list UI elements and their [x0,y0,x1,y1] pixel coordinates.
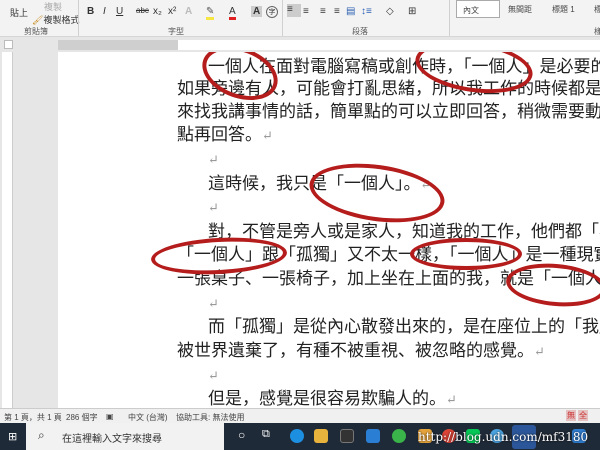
distributed-button[interactable]: ▤ [346,6,355,17]
word-count[interactable]: 286 個字 [66,412,98,423]
annotation-circle [410,238,522,270]
divider [78,0,79,36]
watermark: http://blog.udn.com/mf3180 [418,430,589,444]
justify-button[interactable]: ≡ [334,6,340,17]
line-text: 但是，感覺是很容易欺騙人的。 [208,389,446,408]
page-count[interactable]: 第 1 頁，共 1 頁 [4,412,62,423]
cortana-icon[interactable]: ○ [238,428,245,442]
subscript-button[interactable]: x₂ [153,6,162,17]
text-effects-button[interactable]: A [185,6,192,17]
style-heading-1[interactable]: 標題 1 [546,0,581,18]
document-line[interactable]: ↵ [208,149,219,171]
format-painter-button[interactable]: 🖌複製格式 [32,13,79,26]
document-line[interactable]: ↵ [208,293,219,315]
ime-mode[interactable]: 無 [566,410,576,421]
align-right-button[interactable]: ≡ [320,6,326,17]
superscript-button[interactable]: x² [168,6,176,17]
annotation-circle [504,259,600,311]
ime-width[interactable]: 全 [578,410,588,421]
font-group-label: 字型 [168,27,184,36]
shading-button[interactable]: ◇ [386,6,394,17]
document-line[interactable]: ↵ [208,365,219,387]
underline-button[interactable]: U [116,6,123,17]
clipboard-group-label: 剪貼簿 [24,27,48,36]
document-line[interactable]: ↵ [208,197,219,219]
align-center-button[interactable]: ≡ [303,6,309,17]
line-text: 而「孤獨」是從內心散發出來的，是在座位上的「我」， [208,317,600,337]
status-bar: 第 1 頁，共 1 頁 286 個字 ▣ 中文 (台灣) 協助工具: 無法使用 … [0,408,600,423]
paragraph-group-label: 段落 [352,27,368,36]
line-text: 對，不管是旁人或是家人，知道我的工作，他們都「看到 [208,222,600,242]
store-icon[interactable] [340,429,354,443]
highlight-icon[interactable]: ✎ [206,6,215,20]
divider [449,0,450,36]
search-icon: ⌕ [38,428,45,442]
document-line[interactable]: 被世界遺棄了，有種不被重視、被忽略的感覺。↵ [177,341,545,363]
line-text: 被世界遺棄了，有種不被重視、被忽略的感覺。 [177,341,534,361]
task-view-icon[interactable]: ⧉ [262,428,270,441]
strikethrough-button[interactable]: abc [136,6,149,15]
tab-selector[interactable] [4,40,13,49]
language-status[interactable]: 中文 (台灣) [128,412,168,423]
annotation-circle [305,155,449,231]
align-left-button[interactable]: ≡ [287,4,301,17]
bold-button[interactable]: B [87,6,94,17]
document-line[interactable]: 但是，感覺是很容易欺騙人的。↵ [208,389,457,408]
brush-icon: 🖌 [32,15,44,25]
enclose-characters-button[interactable]: 字 [266,6,278,18]
borders-button[interactable]: ⊞ [408,6,416,17]
line-text: 來找我講事情的話，簡單點的可以立即回答，稍微需要動腦筋 [177,102,600,122]
search-placeholder: 在這裡輸入文字來搜尋 [62,434,162,445]
paragraph-mark: ↵ [208,153,219,168]
paragraph-mark: ↵ [208,297,219,312]
style-normal[interactable]: 內文 [456,0,500,18]
document-line[interactable]: 點再回答。↵ [177,125,273,147]
line-spacing-button[interactable]: ↕≡ [361,6,372,17]
style-no-spacing[interactable]: 無間距 [502,0,538,18]
paragraph-mark: ↵ [208,201,219,216]
paragraph-mark: ↵ [446,393,457,408]
horizontal-ruler[interactable] [0,37,600,52]
vertical-ruler[interactable] [2,52,13,408]
style-heading-2[interactable]: 標 [588,0,600,18]
character-shading-button[interactable]: A [251,6,263,17]
file-explorer-icon[interactable] [314,429,328,443]
italic-button[interactable]: I [103,6,106,17]
ribbon: 貼上 複製 🖌複製格式 剪貼簿 B I U abc x₂ x² A ✎ A A … [0,0,600,37]
document-page[interactable]: 一個人在面對電腦寫稿或創作時，「一個人」是必要的，因 如果旁邊有人，可能會打亂思緒… [58,52,600,408]
document-line[interactable]: 而「孤獨」是從內心散發出來的，是在座位上的「我」， [208,317,600,337]
copy-button[interactable]: 複製 [44,0,62,13]
windows-start-icon[interactable]: ⊞ [8,430,17,443]
paragraph-mark: ↵ [262,129,273,144]
mail-icon[interactable] [366,429,380,443]
taskbar-search[interactable]: ⌕ 在這裡輸入文字來搜尋 [26,423,224,450]
paragraph-mark: ↵ [208,369,219,384]
paragraph-mark: ↵ [534,345,545,360]
line-text: 點再回答。 [177,125,262,145]
accessibility-status[interactable]: 協助工具: 無法使用 [176,412,244,423]
styles-group-label: 樣 [594,27,600,36]
proofing-icon[interactable]: ▣ [106,412,114,421]
divider [282,0,283,36]
document-line[interactable]: 來找我講事情的話，簡單點的可以立即回答，稍微需要動腦筋 [177,102,600,122]
wechat-icon[interactable] [392,429,406,443]
paste-button[interactable]: 貼上 [10,6,28,19]
font-color-button[interactable]: A [229,6,236,20]
ruler-margin [58,40,178,50]
format-painter-label: 複製格式 [43,15,80,25]
edge-icon[interactable] [290,429,304,443]
document-line[interactable]: 對，不管是旁人或是家人，知道我的工作，他們都「看到 [208,222,600,242]
